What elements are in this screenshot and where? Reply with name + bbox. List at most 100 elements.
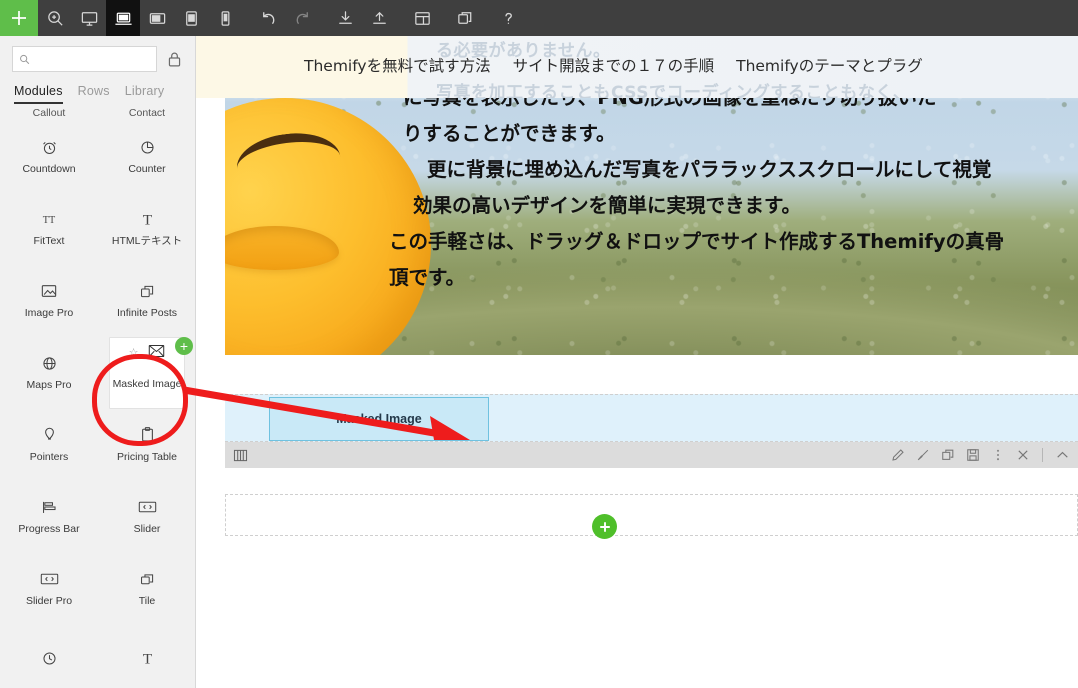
tab-rows[interactable]: Rows xyxy=(78,84,110,104)
module-label: Slider xyxy=(133,523,161,536)
redo-icon[interactable] xyxy=(285,0,319,36)
module-slider[interactable]: Slider xyxy=(98,481,195,553)
export-icon[interactable] xyxy=(362,0,396,36)
emoji-eyebrow xyxy=(233,127,341,171)
toolbar-divider xyxy=(482,0,491,36)
module-label-contact: Contact xyxy=(128,107,166,119)
module-countdown[interactable]: Countdown xyxy=(0,121,98,193)
zoom-preview-icon[interactable] xyxy=(38,0,72,36)
layers-icon xyxy=(139,281,156,301)
save-icon[interactable] xyxy=(965,447,981,463)
module-tile[interactable]: Tile xyxy=(98,553,195,625)
module-pricing-table[interactable]: Pricing Table xyxy=(98,409,195,481)
module-fittext[interactable]: TT FitText xyxy=(0,193,98,265)
themify-builder-screen: Modules Rows Library Callout Contact Cou… xyxy=(0,0,1078,688)
desktop-icon[interactable] xyxy=(72,0,106,36)
tab-library[interactable]: Library xyxy=(125,84,165,104)
module-slider-pro[interactable]: Slider Pro xyxy=(0,553,98,625)
mask-envelope-icon xyxy=(148,344,165,363)
more-options-icon[interactable] xyxy=(990,447,1006,463)
module-card-actions: ☆ + xyxy=(110,337,193,363)
laptop-icon[interactable] xyxy=(106,0,140,36)
search-input[interactable] xyxy=(36,53,150,65)
module-counter[interactable]: Counter xyxy=(98,121,195,193)
layout-icon[interactable] xyxy=(405,0,439,36)
module-html-text[interactable]: T HTMLテキスト xyxy=(98,193,195,265)
close-icon[interactable] xyxy=(1015,447,1031,463)
tablet-landscape-icon[interactable] xyxy=(140,0,174,36)
svg-text:TT: TT xyxy=(43,215,56,226)
ghost-text-bottom: 写真を加工することもCSSでコーディングすることもなく、 xyxy=(436,83,911,98)
alarm-clock-icon xyxy=(41,137,58,157)
toolbar-divider xyxy=(439,0,448,36)
sidebar-search-row xyxy=(0,36,195,78)
module-maps-pro[interactable]: Maps Pro xyxy=(0,337,98,409)
module-label: Tile xyxy=(138,595,156,608)
globe-icon xyxy=(41,353,58,373)
clock-icon xyxy=(41,648,58,668)
emoji-mouth xyxy=(225,226,339,270)
module-label: Countdown xyxy=(22,163,76,176)
toolbar-divider xyxy=(1042,448,1043,462)
undo-icon[interactable] xyxy=(251,0,285,36)
collapse-chevron-up-icon[interactable] xyxy=(1054,447,1070,463)
module-next-text[interactable]: T xyxy=(98,625,195,688)
sidebar-tabs: Modules Rows Library xyxy=(0,78,195,104)
empty-row-placeholder[interactable] xyxy=(225,494,1078,536)
sticky-nav-items: Themifyを無料で試す方法 サイト開設までの１７の手順 Themifyのテー… xyxy=(196,54,1078,76)
module-pointers[interactable]: Pointers xyxy=(0,409,98,481)
import-icon[interactable] xyxy=(328,0,362,36)
row-toolbar xyxy=(225,442,1078,468)
module-label: Maps Pro xyxy=(26,379,72,392)
svg-text:T: T xyxy=(142,213,151,228)
slider-arrows-icon xyxy=(138,497,157,517)
tablet-icon[interactable] xyxy=(174,0,208,36)
nav-item-0[interactable]: Themifyを無料で試す方法 xyxy=(304,54,491,76)
style-brush-icon[interactable] xyxy=(915,447,931,463)
modules-scroll-area[interactable]: Callout Contact Countdown Counter TT Fit… xyxy=(0,107,195,688)
add-masked-image-button[interactable]: + xyxy=(175,337,193,355)
toolbar-divider xyxy=(319,0,328,36)
module-image-pro[interactable]: Image Pro xyxy=(0,265,98,337)
module-label: HTMLテキスト xyxy=(111,235,183,248)
image-icon xyxy=(40,281,58,301)
svg-text:T: T xyxy=(142,652,151,667)
module-label: Image Pro xyxy=(24,307,74,320)
help-icon[interactable] xyxy=(491,0,525,36)
module-label: Masked Image xyxy=(112,378,182,391)
add-module-button[interactable] xyxy=(0,0,38,36)
add-row-button[interactable] xyxy=(592,514,617,539)
sticky-site-nav: る必要がありません。 写真を加工することもCSSでコーディングすることもなく、 … xyxy=(196,36,1078,98)
duplicate-icon[interactable] xyxy=(448,0,482,36)
module-progress-bar[interactable]: Progress Bar xyxy=(0,481,98,553)
module-masked-image[interactable]: ☆ + Masked Image xyxy=(109,337,193,409)
t-icon: T xyxy=(139,209,156,229)
duplicate-icon[interactable] xyxy=(940,447,956,463)
drop-placeholder-masked-image[interactable]: Masked Image xyxy=(269,397,489,441)
module-drop-row[interactable]: Masked Image xyxy=(225,394,1078,442)
module-label-callout: Callout xyxy=(32,107,66,119)
modules-sidebar: Modules Rows Library Callout Contact Cou… xyxy=(0,36,196,688)
mobile-icon[interactable] xyxy=(208,0,242,36)
lock-icon[interactable] xyxy=(165,51,183,68)
nav-item-1[interactable]: サイト開設までの１７の手順 xyxy=(513,54,715,76)
nav-item-2[interactable]: Themifyのテーマとプラグ xyxy=(736,54,923,76)
edit-pencil-icon[interactable] xyxy=(890,447,906,463)
hero-line: 効果の高いデザインを簡単に実現できます。 xyxy=(413,194,802,217)
drag-handle-icon[interactable] xyxy=(233,447,253,463)
module-infinite-posts[interactable]: Infinite Posts xyxy=(98,265,195,337)
hero-line: 更に背景に埋め込んだ写真をパララックススクロールにして視覚 xyxy=(427,158,992,181)
page-canvas: プラグインをインストールするだけでプリセットマスクの形 に写真を表示したり、PN… xyxy=(196,36,1078,688)
toolbar-divider xyxy=(396,0,405,36)
module-next-clock[interactable] xyxy=(0,625,98,688)
module-label: Pointers xyxy=(29,451,69,464)
search-field-wrap[interactable] xyxy=(12,46,157,72)
row-toolbar-left xyxy=(233,447,253,463)
search-icon xyxy=(20,54,30,64)
module-label: Pricing Table xyxy=(117,451,177,464)
favorite-star-icon[interactable]: ☆ xyxy=(129,348,139,359)
module-label: FitText xyxy=(33,235,65,248)
slider-arrows-icon xyxy=(40,569,59,589)
hero-line: この手軽さは、ドラッグ＆ドロップでサイト作成するThemifyの真骨 xyxy=(389,230,1005,253)
tab-modules[interactable]: Modules xyxy=(14,84,63,104)
